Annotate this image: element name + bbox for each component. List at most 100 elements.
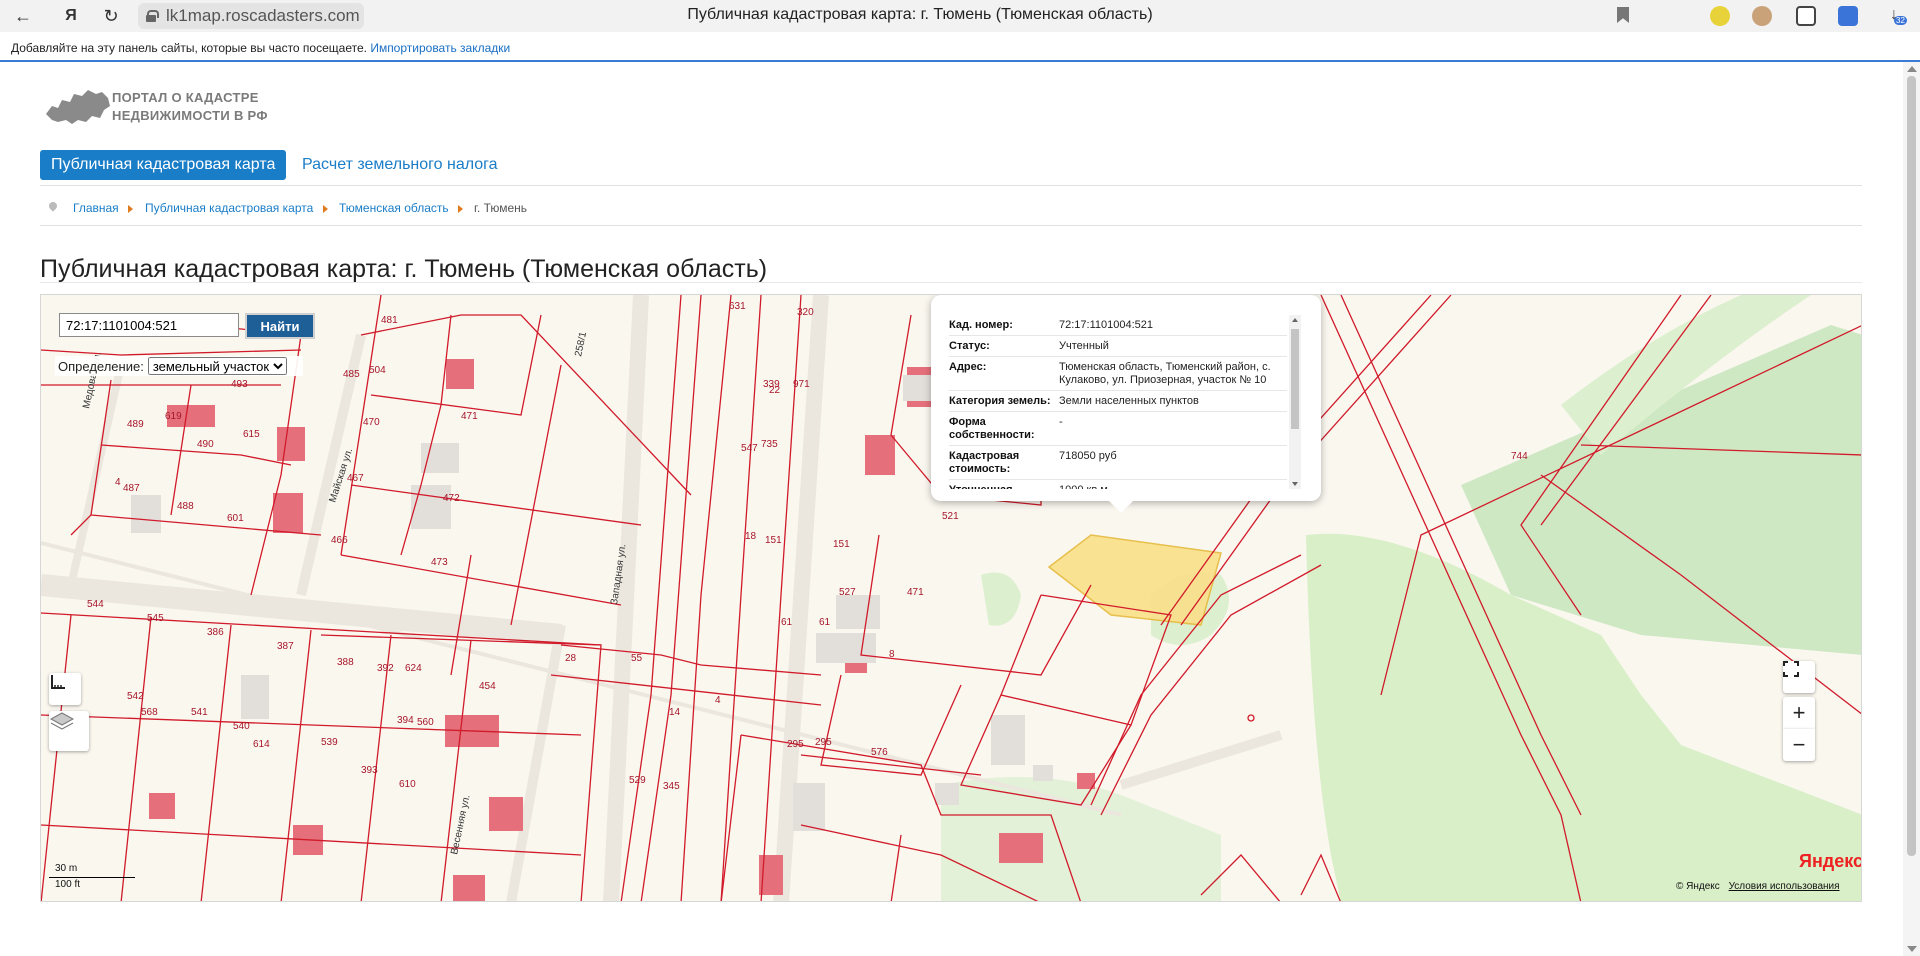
parcel-number-label: 470 xyxy=(363,417,380,428)
info-key: Форма собственности: xyxy=(949,416,1035,441)
scroll-down-icon[interactable] xyxy=(1292,482,1298,486)
scroll-down-icon[interactable] xyxy=(1907,946,1917,952)
parcel-number-label: 488 xyxy=(177,501,194,512)
parcel-number-label: 151 xyxy=(833,539,850,550)
info-value: Тюменская область, Тюменский район, с. К… xyxy=(1059,361,1271,386)
parcel-number-label: 614 xyxy=(253,739,270,750)
parcel-number-label: 521 xyxy=(942,511,959,522)
breadcrumb: Главная Публичная кадастровая карта Тюме… xyxy=(40,200,1862,226)
parcel-number-label: 4 xyxy=(715,695,721,706)
browser-toolbar: ← Я ↻ lk1map.roscadasters.com Публичная … xyxy=(0,0,1920,32)
map-copyright: © Яндекс Условия использования xyxy=(1676,881,1840,892)
extension-green-icon[interactable] xyxy=(1710,6,1730,26)
parcel-number-label: 489 xyxy=(127,419,144,430)
parcel-info-popup: Кад. номер: 72:17:1101004:521 Статус: Учтен… xyxy=(931,295,1321,513)
point-marker-icon xyxy=(1247,714,1255,722)
parcel-number-label: 473 xyxy=(431,557,448,568)
logo-text[interactable]: ПОРТАЛ О КАДАСТРЕ НЕДВИЖИМОСТИ В РФ xyxy=(112,89,268,125)
cadastral-map[interactable]: 4814924934855044896194906154704714874467… xyxy=(40,294,1862,902)
parcel-number-label: 485 xyxy=(343,369,360,380)
parcel-number-label: 487 xyxy=(123,483,140,494)
russia-map-logo-icon[interactable] xyxy=(44,84,112,130)
parcel-number-label: 493 xyxy=(231,379,248,390)
scale-feet: 100 ft xyxy=(55,879,81,890)
parcel-number-label: 615 xyxy=(243,429,260,440)
layers-icon[interactable] xyxy=(49,711,89,751)
info-value: Земли населенных пунктов xyxy=(1059,395,1199,407)
parcel-number-label: 545 xyxy=(147,613,164,624)
info-key: Уточненная площадь: xyxy=(949,484,1059,489)
terms-of-use-link[interactable]: Условия использования xyxy=(1729,881,1840,892)
parcel-number-label: 14 xyxy=(669,707,681,718)
breadcrumb-home[interactable]: Главная xyxy=(73,201,119,215)
road xyxy=(1119,730,1283,790)
parcel-number-label: 529 xyxy=(629,775,646,786)
fullscreen-icon[interactable] xyxy=(1783,661,1815,693)
info-key: Кад. номер: xyxy=(949,319,1013,331)
parcel-number-label: 504 xyxy=(369,365,386,376)
parcel-info-table: Кад. номер: 72:17:1101004:521 Статус: Учтен… xyxy=(949,315,1287,489)
parcel-number-label: 454 xyxy=(479,681,496,692)
main-menu: Публичная кадастровая карта Расчет земел… xyxy=(40,150,1862,186)
address-bar[interactable]: lk1map.roscadasters.com xyxy=(138,3,364,29)
yandex-logo[interactable]: Яндекс xyxy=(1799,851,1861,872)
info-row: Уточненная площадь:1000 кв.м xyxy=(949,480,1287,489)
popup-scrollbar[interactable] xyxy=(1289,315,1301,489)
parcel-number-label: 295 xyxy=(787,739,804,750)
parcel-number-label: 490 xyxy=(197,439,214,450)
parcel-number-label: 481 xyxy=(381,315,398,326)
parcel-number-label: 735 xyxy=(761,439,778,450)
parcel-number-label: 61 xyxy=(819,617,831,628)
parcel-number-label: 568 xyxy=(141,707,158,718)
parcel-number-label: 539 xyxy=(321,737,338,748)
page-scrollbar[interactable] xyxy=(1903,62,1920,956)
parcel-number-label: 387 xyxy=(277,641,294,652)
zoom-in-button[interactable]: + xyxy=(1783,697,1815,729)
parcel-number-label: 386 xyxy=(207,627,224,638)
ruler-icon[interactable] xyxy=(49,673,81,705)
divider xyxy=(40,282,1862,283)
breadcrumb-separator-icon xyxy=(128,205,133,213)
translate-icon[interactable] xyxy=(1838,6,1858,26)
definition-label: Определение: xyxy=(58,358,144,374)
info-row: Категория земель: Земли населенных пункто… xyxy=(949,391,1287,412)
scale-meters: 30 m xyxy=(55,863,78,874)
scroll-up-icon[interactable] xyxy=(1907,66,1917,72)
download-icon[interactable]: ↓ 32 xyxy=(1884,6,1907,26)
parcel-number-label: 576 xyxy=(871,747,888,758)
parcel-number-label: 466 xyxy=(331,535,348,546)
extension-avatar-icon[interactable] xyxy=(1752,6,1772,26)
parcel-number-label: 8 xyxy=(889,649,895,660)
info-row: Кадастровая стоимость: 718050 руб xyxy=(949,446,1287,480)
bookmarks-prompt: Добавляйте на эту панель сайты, которые … xyxy=(11,41,367,55)
definition-select[interactable]: земельный участок xyxy=(147,357,287,375)
download-badge: 32 xyxy=(1894,16,1907,25)
breadcrumb-cadastral-map[interactable]: Публичная кадастровая карта xyxy=(145,201,313,215)
cadastral-number-input[interactable] xyxy=(59,313,239,337)
back-icon[interactable]: ← xyxy=(10,3,36,29)
menu-item-cadastral-map[interactable]: Публичная кадастровая карта xyxy=(40,150,287,180)
info-row: Статус: Учтенный xyxy=(949,336,1287,357)
parcel-number-label: 619 xyxy=(165,411,182,422)
extensions-puzzle-icon[interactable] xyxy=(1796,6,1816,26)
scroll-up-icon[interactable] xyxy=(1292,318,1298,322)
yandex-browser-icon[interactable]: Я xyxy=(58,3,84,29)
parcel-number-label: 151 xyxy=(765,535,782,546)
find-button[interactable]: Найти xyxy=(245,313,315,339)
breadcrumb-current: г. Тюмень xyxy=(474,201,528,215)
bookmark-icon[interactable] xyxy=(1617,7,1629,23)
selected-parcel[interactable] xyxy=(1047,534,1222,626)
parcel-number-label: 472 xyxy=(443,493,460,504)
menu-item-land-tax[interactable]: Расчет земельного налога xyxy=(302,150,498,180)
parcel-number-label: 471 xyxy=(461,411,478,422)
breadcrumb-separator-icon xyxy=(458,205,463,213)
reload-icon[interactable]: ↻ xyxy=(98,3,124,29)
breadcrumb-separator-icon xyxy=(323,205,328,213)
scrollbar-thumb[interactable] xyxy=(1907,76,1916,856)
popup-scrollbar-thumb[interactable] xyxy=(1291,329,1299,429)
zoom-out-button[interactable]: − xyxy=(1783,729,1815,761)
parcel-number-label: 541 xyxy=(191,707,208,718)
import-bookmarks-link[interactable]: Импортировать закладки xyxy=(370,41,510,55)
breadcrumb-region[interactable]: Тюменская область xyxy=(339,201,449,215)
parcel-number-label: 22 xyxy=(769,385,781,396)
